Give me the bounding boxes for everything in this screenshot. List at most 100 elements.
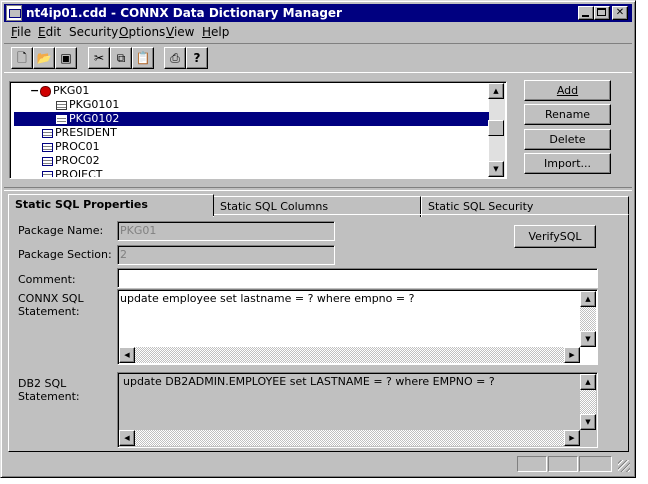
menu-edit[interactable]: Edit (38, 25, 61, 39)
tree-item-project[interactable]: PROJECT (42, 168, 103, 177)
cut-button[interactable]: ✂ (88, 47, 110, 69)
table-icon (56, 114, 67, 124)
print-button[interactable]: ⎙ (164, 47, 186, 69)
scroll-up-button[interactable]: ▲ (580, 291, 596, 307)
connx-sql-text: update employee set lastname = ? where e… (120, 292, 415, 305)
menu-file[interactable]: File (11, 25, 31, 39)
package-name-field: PKG01 (117, 221, 335, 241)
package-name-label: Package Name: (18, 224, 104, 237)
status-panel-2 (548, 456, 578, 472)
close-button[interactable]: ✕ (612, 6, 628, 20)
copy-icon: ⧉ (116, 51, 126, 65)
arrow-right-icon: ▶ (569, 434, 575, 442)
comment-field[interactable] (117, 268, 598, 288)
scroll-down-button[interactable]: ▼ (488, 161, 504, 177)
menu-options[interactable]: Options (119, 25, 165, 39)
scroll-thumb[interactable] (488, 120, 504, 136)
status-bar-main (4, 456, 514, 472)
tree-item-pkg0101[interactable]: PKG0101 (56, 98, 119, 112)
scroll-left-button[interactable]: ◀ (119, 430, 135, 446)
scroll-up-button[interactable]: ▲ (488, 83, 504, 99)
status-panel-3 (579, 456, 612, 472)
status-panel-1 (517, 456, 547, 472)
menu-help[interactable]: Help (202, 25, 229, 39)
app-icon[interactable] (6, 5, 22, 21)
comment-label: Comment: (18, 273, 76, 286)
new-button[interactable]: 🗋 (11, 47, 33, 69)
verify-sql-button[interactable]: VerifySQL (514, 225, 596, 248)
arrow-up-icon: ▲ (585, 295, 591, 303)
table-icon (42, 142, 53, 152)
tab-panel: Package Name: PKG01 Package Section: 2 V… (8, 214, 629, 452)
splitter[interactable] (4, 187, 632, 191)
delete-button[interactable]: Delete (524, 129, 611, 150)
copy-button[interactable]: ⧉ (110, 47, 132, 69)
close-icon: ✕ (615, 7, 625, 18)
scroll-down-button[interactable]: ▼ (580, 414, 596, 430)
tree-item-pkg0102[interactable]: PKG0102 (14, 112, 490, 126)
resize-grip-icon[interactable] (618, 460, 630, 472)
tree-item-president[interactable]: PRESIDENT (42, 126, 117, 140)
minimize-icon (582, 15, 589, 17)
help-button[interactable]: ? (186, 47, 208, 69)
collapse-icon[interactable]: − (30, 84, 40, 98)
connx-sql-editor[interactable]: update employee set lastname = ? where e… (117, 289, 598, 365)
arrow-left-icon: ◀ (124, 351, 130, 359)
scroll-left-button[interactable]: ◀ (119, 347, 135, 363)
db2-horizontal-scrollbar[interactable]: ◀ ▶ (119, 430, 580, 446)
arrow-down-icon: ▼ (493, 165, 499, 173)
save-icon: ▣ (60, 51, 72, 65)
scroll-right-button[interactable]: ▶ (564, 430, 580, 446)
scroll-up-button[interactable]: ▲ (580, 374, 596, 390)
menu-view[interactable]: View (166, 25, 194, 39)
import-button[interactable]: Import... (524, 153, 611, 174)
open-button[interactable]: 📂 (33, 47, 55, 69)
paste-icon: 📋 (135, 51, 151, 65)
rename-button[interactable]: Rename (524, 104, 611, 125)
menu-security[interactable]: Security (69, 25, 118, 39)
db2-sql-text: update DB2ADMIN.EMPLOYEE set LASTNAME = … (123, 375, 495, 388)
connx-horizontal-scrollbar[interactable]: ◀ ▶ (119, 347, 580, 363)
arrow-right-icon: ▶ (569, 351, 575, 359)
cut-icon: ✂ (93, 51, 105, 65)
tree-item-proc02[interactable]: PROC02 (42, 154, 100, 168)
new-icon: 🗋 (17, 51, 27, 65)
arrow-down-icon: ▼ (585, 418, 591, 426)
tree-item-proc01[interactable]: PROC01 (42, 140, 100, 154)
connx-sql-label: CONNX SQL Statement: (18, 292, 84, 318)
title-bar[interactable]: nt4ip01.cdd - CONNX Data Dictionary Mana… (4, 4, 632, 22)
paste-button[interactable]: 📋 (132, 47, 154, 69)
connx-vertical-scrollbar[interactable]: ▲ ▼ (580, 291, 596, 347)
table-icon (56, 100, 67, 110)
add-button[interactable]: Add (524, 80, 611, 101)
scroll-down-button[interactable]: ▼ (580, 331, 596, 347)
tree-item-pkg01[interactable]: − PKG01 (30, 84, 89, 98)
application-window: nt4ip01.cdd - CONNX Data Dictionary Mana… (0, 0, 636, 478)
toolbar: 🗋 📂 ▣ ✂ ⧉ 📋 ⎙ ? (4, 43, 632, 73)
open-icon: 📂 (36, 51, 52, 65)
table-icon (42, 170, 53, 177)
package-tree[interactable]: − PKG01 PKG0101 PKG0102 PRESIDENT PROC01 … (9, 81, 507, 179)
maximize-button[interactable] (594, 6, 610, 20)
minimize-button[interactable] (578, 6, 594, 20)
tab-static-sql-properties[interactable]: Static SQL Properties (8, 194, 214, 216)
db2-sql-editor[interactable]: update DB2ADMIN.EMPLOYEE set LASTNAME = … (117, 372, 598, 448)
print-icon: ⎙ (170, 51, 180, 65)
maximize-icon (597, 8, 606, 16)
save-button[interactable]: ▣ (55, 47, 77, 69)
arrow-down-icon: ▼ (585, 335, 591, 343)
arrow-left-icon: ◀ (124, 434, 130, 442)
table-icon (42, 128, 53, 138)
menu-bar: File Edit Security Options View Help (4, 23, 632, 42)
arrow-up-icon: ▲ (585, 378, 591, 386)
package-icon (40, 85, 51, 97)
package-section-field: 2 (117, 245, 335, 265)
window-title: nt4ip01.cdd - CONNX Data Dictionary Mana… (26, 6, 342, 20)
arrow-up-icon: ▲ (493, 87, 499, 95)
help-icon: ? (193, 51, 201, 65)
tree-vertical-scrollbar[interactable]: ▲ ▼ (488, 83, 505, 177)
table-icon (42, 156, 53, 166)
scroll-right-button[interactable]: ▶ (564, 347, 580, 363)
db2-vertical-scrollbar[interactable]: ▲ ▼ (580, 374, 596, 430)
db2-sql-label: DB2 SQL Statement: (18, 377, 80, 403)
